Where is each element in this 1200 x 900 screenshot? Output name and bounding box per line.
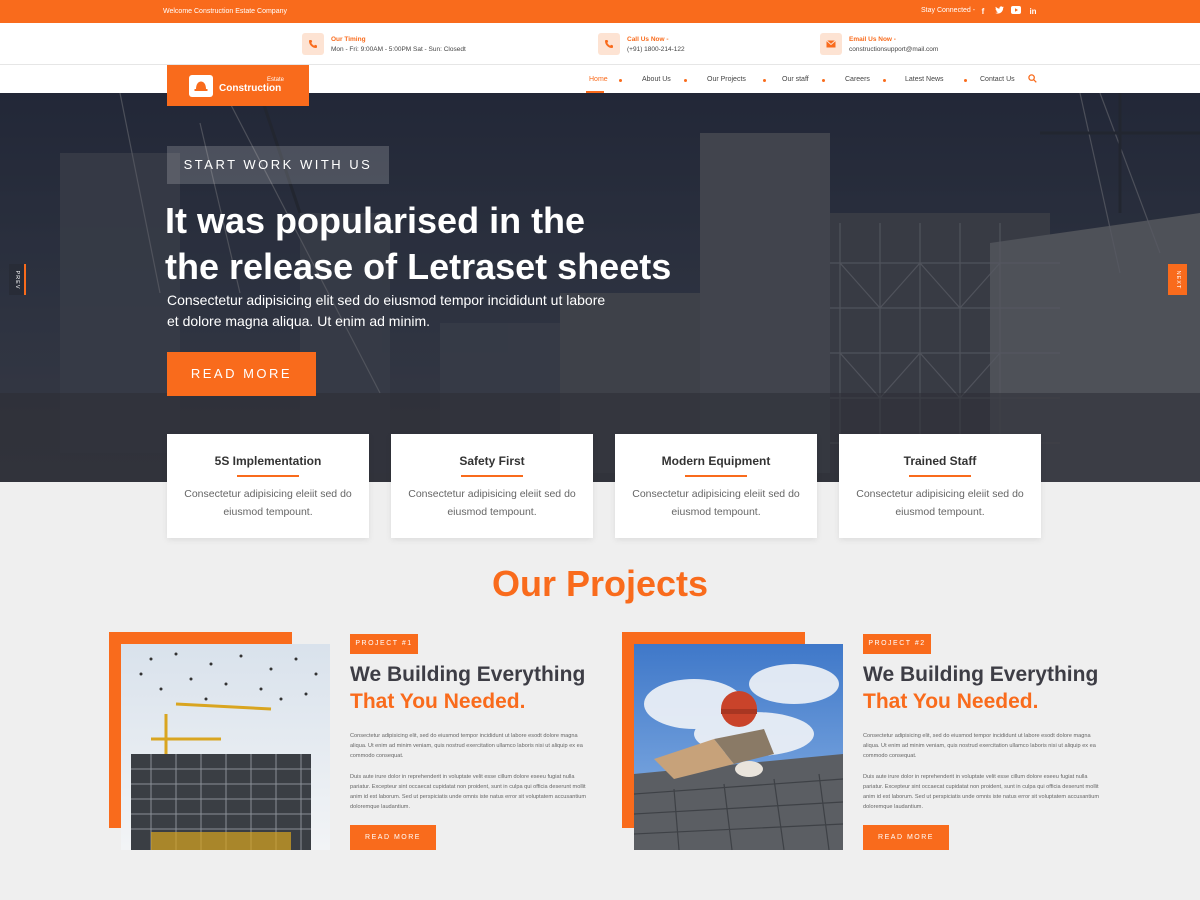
- site-logo[interactable]: Estate Construction: [167, 65, 309, 106]
- project-heading-accent: That You Needed.: [863, 690, 1039, 713]
- feature-title: 5S Implementation: [214, 454, 322, 468]
- nav-dropdown-indicator: [763, 79, 766, 82]
- project-heading-accent: That You Needed.: [350, 690, 526, 713]
- nav-dropdown-indicator: [822, 79, 825, 82]
- feature-underline: [909, 475, 971, 477]
- nav-dropdown-indicator: [883, 79, 886, 82]
- projects-section-title: Our Projects: [491, 563, 709, 604]
- nav-careers[interactable]: Careers: [845, 76, 870, 83]
- feature-text: Consectetur adipisicing eleiit sed do ei…: [408, 488, 576, 518]
- feature-underline: [237, 475, 299, 477]
- search-icon[interactable]: [1028, 74, 1037, 85]
- project-paragraph: Duis aute irure dolor in reprehenderit i…: [350, 774, 586, 810]
- facebook-icon[interactable]: f: [977, 6, 989, 18]
- timing-text: Mon - Fri: 9:00AM - 5:00PM Sat - Sun: Cl…: [331, 46, 466, 53]
- hero-title-line-1: It was popularised in the: [165, 200, 586, 241]
- project-tag: PROJECT #1: [350, 634, 418, 654]
- feature-card: Trained Staff Consectetur adipisicing el…: [839, 434, 1041, 538]
- project-tag: PROJECT #2: [863, 634, 931, 654]
- feature-text: Consectetur adipisicing eleiit sed do ei…: [632, 488, 800, 518]
- feature-underline: [685, 475, 747, 477]
- project-heading: We Building Everything: [350, 663, 586, 686]
- nav-dropdown-indicator: [684, 79, 687, 82]
- hero-title-line-2: the release of Letraset sheets: [165, 246, 672, 287]
- feature-title: Safety First: [459, 454, 525, 468]
- timing-title: Our Timing: [331, 36, 366, 43]
- call-title: Call Us Now -: [627, 36, 669, 43]
- project-paragraph: Consectetur adipisicing elit, sed do eiu…: [863, 733, 1096, 759]
- logo-title: Construction: [219, 83, 282, 94]
- feature-text: Consectetur adipisicing eleiit sed do ei…: [856, 488, 1024, 518]
- project-card: PROJECT #2 We Building Everything That Y…: [622, 632, 1142, 862]
- feature-title: Modern Equipment: [661, 454, 771, 468]
- project-image[interactable]: [634, 644, 843, 850]
- hero-slider: START WORK WITH US It was popularised in…: [0, 93, 1200, 482]
- feature-card: Safety First Consectetur adipisicing ele…: [391, 434, 593, 538]
- feature-card: Modern Equipment Consectetur adipisicing…: [615, 434, 817, 538]
- helmet-icon: [189, 75, 213, 97]
- email-address[interactable]: constructionsupport@mail.com: [849, 46, 938, 53]
- project-image[interactable]: [121, 644, 330, 850]
- nav-projects[interactable]: Our Projects: [707, 76, 746, 83]
- slider-next-button[interactable]: NEXT: [1168, 264, 1187, 295]
- email-title: Email Us Now -: [849, 36, 896, 43]
- nav-home[interactable]: Home: [589, 76, 608, 83]
- project-card: PROJECT #1 We Building Everything That Y…: [109, 632, 629, 862]
- youtube-icon[interactable]: [1010, 6, 1022, 18]
- contact-info-row: Our Timing Mon - Fri: 9:00AM - 5:00PM Sa…: [0, 23, 1200, 65]
- stay-connected-label: Stay Connected -: [921, 7, 976, 14]
- feature-text: Consectetur adipisicing eleiit sed do ei…: [184, 488, 352, 518]
- nav-about[interactable]: About Us: [642, 76, 671, 83]
- feature-card: 5S Implementation Consectetur adipisicin…: [167, 434, 369, 538]
- project-read-more-button[interactable]: READ MORE: [350, 825, 436, 850]
- mail-icon: [820, 33, 842, 55]
- prev-label: PREV: [13, 270, 20, 289]
- nav-dropdown-indicator: [964, 79, 967, 82]
- nav-dropdown-indicator: [619, 79, 622, 82]
- nav-contact[interactable]: Contact Us: [980, 76, 1015, 83]
- feature-underline: [461, 475, 523, 477]
- project-read-more-button[interactable]: READ MORE: [863, 825, 949, 850]
- hero-title: It was popularised in the the release of…: [165, 198, 785, 290]
- nav-staff[interactable]: Our staff: [782, 76, 809, 83]
- top-bar: Welcome Construction Estate Company Stay…: [0, 0, 1200, 23]
- hero-description: Consectetur adipisicing elit sed do eius…: [167, 292, 606, 329]
- project-paragraph: Consectetur adipisicing elit, sed do eiu…: [350, 733, 583, 759]
- hero-read-more-button[interactable]: READ MORE: [167, 352, 316, 396]
- nav-news[interactable]: Latest News: [905, 76, 944, 83]
- call-number[interactable]: (+91) 1800-214-122: [627, 46, 685, 53]
- feature-title: Trained Staff: [903, 454, 977, 468]
- project-heading: We Building Everything: [863, 663, 1099, 686]
- phone-icon: [598, 33, 620, 55]
- welcome-text: Welcome Construction Estate Company: [163, 8, 287, 15]
- phone-icon: [302, 33, 324, 55]
- hero-badge: START WORK WITH US: [167, 146, 389, 184]
- linkedin-icon[interactable]: in: [1027, 6, 1039, 18]
- project-paragraph: Duis aute irure dolor in reprehenderit i…: [863, 774, 1099, 810]
- next-label: NEXT: [1174, 270, 1181, 289]
- twitter-icon[interactable]: [993, 6, 1005, 18]
- slider-prev-button[interactable]: PREV: [9, 264, 26, 295]
